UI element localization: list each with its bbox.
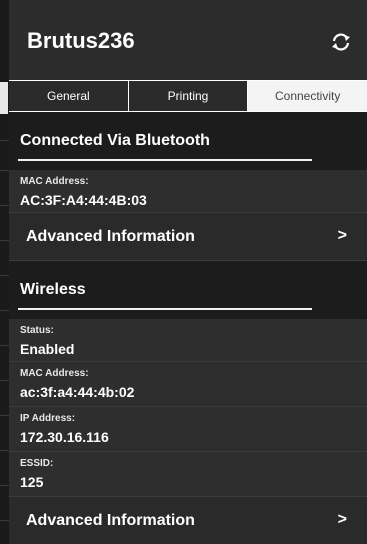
field-key: IP Address: — [20, 413, 76, 424]
field-value: Enabled — [20, 341, 75, 357]
tab-bar: General Printing Connectivity — [9, 80, 367, 112]
field-value: AC:3F:A4:44:4B:03 — [20, 192, 147, 208]
field-key: MAC Address: — [20, 368, 89, 379]
chevron-right-icon: > — [337, 511, 347, 528]
chevron-right-icon: > — [337, 227, 347, 244]
field-value: 172.30.16.116 — [20, 429, 109, 445]
advanced-info-label: Advanced Information — [26, 512, 195, 529]
wireless-mac-field: MAC Address: ac:3f:a4:44:4b:02 — [9, 362, 367, 407]
tab-connectivity[interactable]: Connectivity — [248, 81, 367, 111]
bluetooth-section-title: Connected Via Bluetooth — [20, 132, 210, 149]
field-key: Status: — [20, 325, 54, 336]
wireless-section-title: Wireless — [20, 281, 86, 298]
field-key: ESSID: — [20, 458, 54, 469]
background-highlight — [0, 82, 8, 114]
bluetooth-section-header: Connected Via Bluetooth — [9, 112, 367, 170]
tab-general[interactable]: General — [9, 81, 129, 111]
bluetooth-advanced-info-row[interactable]: Advanced Information > — [9, 213, 367, 261]
panel-header: Brutus236 — [9, 0, 367, 80]
connectivity-content: Connected Via Bluetooth MAC Address: AC:… — [9, 112, 367, 544]
field-value: ac:3f:a4:44:4b:02 — [20, 384, 135, 400]
field-key: MAC Address: — [20, 176, 89, 187]
tab-printing[interactable]: Printing — [129, 81, 249, 111]
refresh-icon[interactable] — [329, 30, 353, 54]
wireless-ip-field: IP Address: 172.30.16.116 — [9, 407, 367, 452]
wireless-section-header: Wireless — [9, 261, 367, 319]
advanced-info-label: Advanced Information — [26, 228, 195, 245]
printer-title: Brutus236 — [27, 28, 135, 53]
bluetooth-mac-field: MAC Address: AC:3F:A4:44:4B:03 — [9, 170, 367, 213]
wireless-essid-field: ESSID: 125 — [9, 452, 367, 497]
field-value: 125 — [20, 474, 44, 490]
wireless-advanced-info-row[interactable]: Advanced Information > — [9, 497, 367, 544]
printer-panel: Brutus236 General Printing Connectivity … — [9, 0, 367, 544]
wireless-status-field: Status: Enabled — [9, 319, 367, 362]
section-underline — [18, 159, 312, 161]
section-underline — [18, 308, 312, 310]
